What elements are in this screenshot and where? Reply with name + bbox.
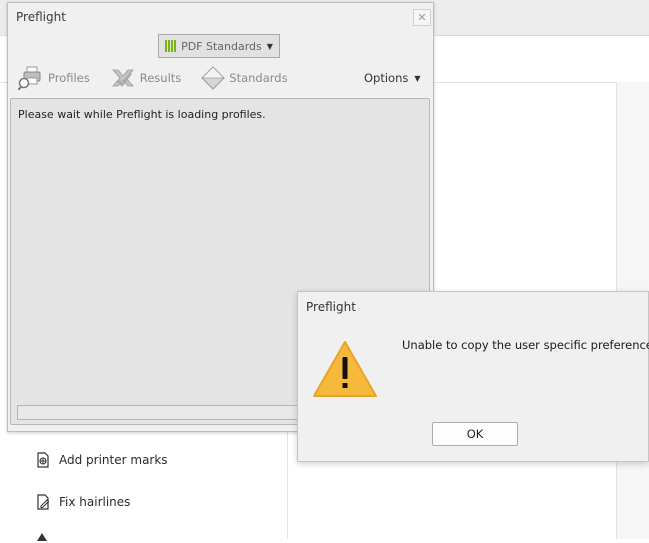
- tab-label: Profiles: [48, 71, 90, 85]
- tool-label: Add printer marks: [59, 453, 168, 467]
- close-button[interactable]: ✕: [413, 9, 431, 26]
- ok-button[interactable]: OK: [432, 422, 518, 446]
- loading-message: Please wait while Preflight is loading p…: [18, 108, 266, 121]
- chevron-down-icon: ▼: [266, 41, 273, 51]
- dialog-title: Preflight: [306, 300, 356, 314]
- pdf-standards-dropdown[interactable]: PDF Standards ▼: [158, 34, 280, 58]
- profiles-icon: [18, 66, 41, 90]
- options-label: Options: [364, 71, 409, 85]
- close-icon: ✕: [417, 11, 427, 24]
- standards-icon: [201, 66, 226, 90]
- tab-results[interactable]: Results: [110, 66, 182, 90]
- tab-bar: Profiles Results Standards: [18, 66, 298, 90]
- partial-tool-icon: [37, 533, 47, 541]
- tab-profiles[interactable]: Profiles: [18, 66, 90, 90]
- dialog-message: Unable to copy the user specific prefere…: [402, 338, 649, 352]
- results-icon: [111, 69, 134, 87]
- dropdown-label: PDF Standards: [181, 39, 262, 53]
- tab-label: Results: [139, 71, 182, 85]
- tab-standards[interactable]: Standards: [201, 66, 288, 90]
- tool-add-printer-marks[interactable]: Add printer marks: [35, 452, 168, 468]
- alert-dialog: Preflight Unable to copy the user specif…: [297, 291, 649, 462]
- tool-fix-hairlines[interactable]: Fix hairlines: [35, 494, 130, 510]
- options-menu-button[interactable]: Options ▼: [364, 71, 421, 85]
- panel-title: Preflight: [16, 10, 66, 24]
- tab-label: Standards: [229, 71, 288, 85]
- fix-hairlines-icon: [35, 494, 51, 510]
- chevron-down-icon: ▼: [414, 73, 421, 83]
- printer-marks-icon: [35, 452, 51, 468]
- standards-bars-icon: [165, 40, 177, 52]
- warning-icon: [313, 341, 377, 397]
- tool-label: Fix hairlines: [59, 495, 131, 509]
